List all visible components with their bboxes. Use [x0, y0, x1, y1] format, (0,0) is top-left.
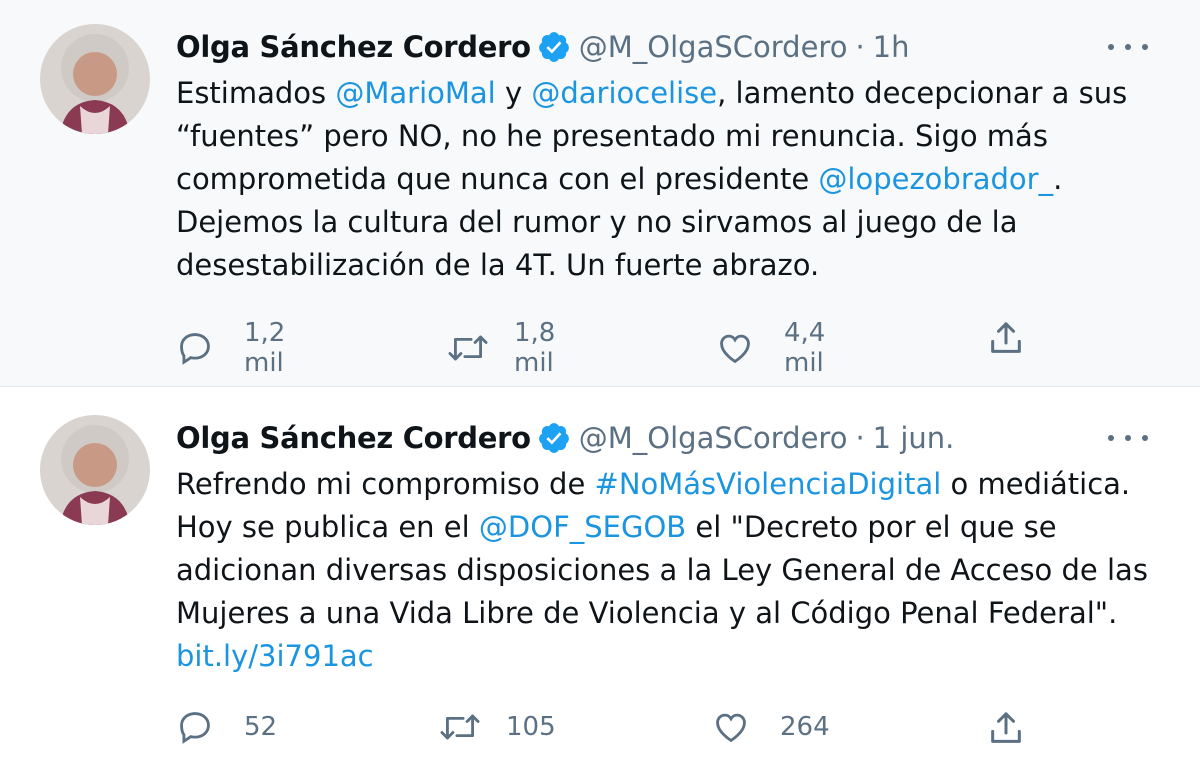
author-handle[interactable]: @M_OlgaSCordero — [579, 421, 848, 455]
author-name[interactable]: Olga Sánchez Cordero — [176, 421, 531, 455]
retweet-count: 105 — [506, 712, 556, 742]
reply-icon — [176, 329, 214, 367]
reply-count: 52 — [244, 712, 278, 742]
like-count: 4,4 mil — [784, 318, 826, 378]
heart-icon — [712, 708, 750, 746]
retweet-icon — [438, 708, 482, 746]
reply-count: 1,2 mil — [244, 318, 286, 378]
share-icon — [986, 708, 1026, 748]
tweet-text-segment: Refrendo mi compromiso de — [176, 467, 595, 501]
tweet-text: Refrendo mi compromiso de #NoMásViolenci… — [176, 463, 1176, 678]
separator-dot: · — [855, 30, 865, 64]
verified-badge-icon — [537, 421, 571, 455]
separator-dot: · — [855, 421, 865, 455]
reply-button[interactable]: 52 — [176, 708, 277, 746]
tweet-text: Estimados @MarioMal y @dariocelise, lame… — [176, 72, 1176, 287]
retweet-button[interactable]: 1,8 mil — [446, 318, 555, 378]
tweet-link[interactable]: @dariocelise — [531, 76, 717, 110]
tweet-text-segment: Estimados — [176, 76, 336, 110]
tweet[interactable]: Olga Sánchez Cordero @M_OlgaSCordero · 1… — [0, 0, 1200, 387]
reply-icon — [176, 708, 214, 746]
retweet-count: 1,8 mil — [514, 318, 556, 378]
share-button[interactable] — [986, 708, 1026, 748]
author-handle[interactable]: @M_OlgaSCordero — [579, 30, 848, 64]
more-options-icon[interactable] — [1108, 32, 1148, 62]
heart-icon — [716, 329, 754, 367]
timestamp[interactable]: 1 jun. — [873, 421, 955, 455]
tweet-link[interactable]: #NoMásViolenciaDigital — [595, 467, 942, 501]
tweet[interactable]: Olga Sánchez Cordero @M_OlgaSCordero · 1… — [0, 387, 1200, 774]
more-options-icon[interactable] — [1108, 423, 1148, 453]
like-button[interactable]: 264 — [712, 708, 830, 746]
tweet-link[interactable]: @MarioMal — [335, 76, 495, 110]
tweet-link[interactable]: bit.ly/3i791ac — [176, 639, 374, 673]
retweet-icon — [446, 329, 490, 367]
author-name[interactable]: Olga Sánchez Cordero — [176, 30, 531, 64]
like-count: 264 — [780, 712, 830, 742]
like-button[interactable]: 4,4 mil — [716, 318, 825, 378]
avatar[interactable] — [40, 24, 150, 134]
tweet-text-segment: y — [495, 76, 532, 110]
reply-button[interactable]: 1,2 mil — [176, 318, 285, 378]
timestamp[interactable]: 1h — [873, 30, 910, 64]
retweet-button[interactable]: 105 — [438, 708, 556, 746]
tweet-link[interactable]: @lopezobrador_ — [818, 162, 1053, 196]
share-icon — [986, 318, 1026, 358]
tweet-link[interactable]: @DOF_SEGOB — [479, 510, 686, 544]
avatar[interactable] — [40, 415, 150, 525]
verified-badge-icon — [537, 30, 571, 64]
share-button[interactable] — [986, 318, 1026, 358]
